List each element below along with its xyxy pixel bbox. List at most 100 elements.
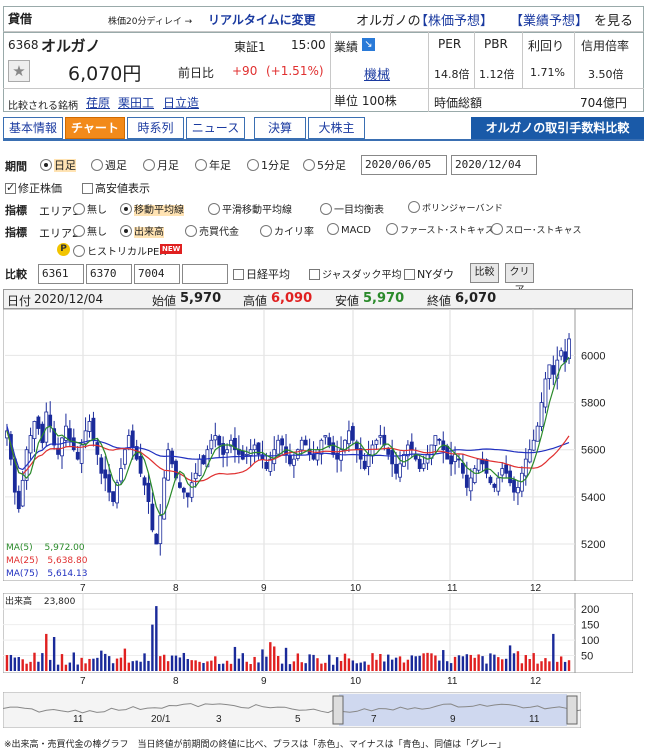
volume-bar	[52, 637, 56, 671]
adjusted-checkbox[interactable]	[5, 181, 16, 194]
navigator-tick-label: 11	[529, 714, 540, 725]
ind1-none-label: 無し	[87, 205, 107, 216]
ind1-none[interactable]: 無し	[73, 201, 107, 216]
ohlc-open-label: 始値	[152, 294, 177, 308]
radio-ind2-macd[interactable]	[327, 223, 339, 235]
fee-compare-banner[interactable]: オルガノの取引手数料比較	[471, 117, 644, 139]
radio-ind2-turnover[interactable]	[185, 225, 197, 237]
market-label: 東証1	[234, 40, 266, 54]
ind2-turnover[interactable]: 売買代金	[185, 223, 239, 238]
radio-ind2-deviation[interactable]	[260, 225, 272, 237]
jasdaq-checkbox[interactable]	[309, 269, 320, 280]
candle-body	[130, 430, 135, 448]
mcap-label: 時価総額	[434, 96, 483, 110]
ind1-smooth-ma[interactable]: 平滑移動平均線	[208, 201, 292, 216]
peer-link-2[interactable]: 栗田工	[118, 94, 154, 111]
radio-ind1-smooth[interactable]	[208, 203, 220, 215]
period-month[interactable]: 月足	[143, 157, 179, 173]
nikkei-checkbox[interactable]	[233, 269, 244, 280]
volume-bar	[210, 660, 213, 671]
ind1-bollinger-label: ボリンジャーバンド	[422, 204, 503, 214]
volume-bar	[359, 662, 362, 671]
radio-ind1-none[interactable]	[73, 203, 85, 215]
compare-input-1[interactable]: 6361	[38, 264, 84, 284]
date-to-input[interactable]: 2020/12/04	[451, 155, 537, 175]
radio-1min[interactable]	[247, 159, 259, 171]
ind2-historical-per[interactable]: ヒストリカルPER	[73, 243, 166, 258]
ind2-fast-stoch[interactable]: ファースト･ストキャス	[386, 223, 494, 236]
period-1min-label: 1分足	[261, 159, 290, 172]
highlow-toggle[interactable]: 高安値表示	[82, 180, 150, 196]
clear-button[interactable]: クリア	[505, 263, 534, 296]
volume-bar	[375, 659, 378, 671]
volume-bar	[497, 657, 500, 671]
prev-day-label: 前日比	[178, 66, 215, 80]
pbr-label: PBR	[484, 37, 508, 51]
radio-ind1-bollinger[interactable]	[408, 201, 420, 213]
radio-ind1-ichimoku[interactable]	[320, 203, 332, 215]
volume-month-label: 11	[447, 676, 458, 687]
period-day[interactable]: 日足	[40, 157, 76, 173]
tab-basic-info[interactable]: 基本情報	[3, 117, 63, 139]
tab-timeseries[interactable]: 時系列	[127, 117, 184, 139]
ind2-deviation[interactable]: カイリ率	[260, 223, 314, 238]
ind1-ma[interactable]: 移動平均線	[120, 201, 184, 216]
ind2-slow-stoch[interactable]: スロー･ストキャス	[491, 223, 582, 236]
period-5min[interactable]: 5分足	[303, 157, 346, 173]
jasdaq-toggle[interactable]: ジャスダック平均	[309, 266, 402, 281]
volume-bar	[214, 656, 217, 671]
favorite-star-icon[interactable]: ★	[8, 60, 30, 82]
footer-note: ※出来高・売買代金の棒グラフ 当日終値が前期間の終値に比べ、プラスは「赤色」、マ…	[4, 740, 507, 750]
radio-day[interactable]	[40, 159, 52, 171]
compare-input-3[interactable]: 7004	[134, 264, 180, 284]
tab-news[interactable]: ニュース	[186, 117, 245, 139]
radio-ind2-volume[interactable]	[120, 225, 132, 237]
compare-button[interactable]: 比較	[470, 263, 499, 283]
mcap-value: 704億円	[580, 96, 627, 110]
radio-ind2-slow[interactable]	[491, 223, 503, 235]
radio-ind2-none[interactable]	[73, 225, 85, 237]
radio-ind2-hper[interactable]	[73, 245, 85, 257]
stock-forecast-link[interactable]: 【株価予想】	[415, 10, 493, 29]
price-chart[interactable]: 5200 5400 5600 5800 6000	[3, 309, 633, 581]
period-1min[interactable]: 1分足	[247, 157, 290, 173]
nydow-checkbox[interactable]	[404, 269, 415, 280]
candle-body	[16, 490, 21, 510]
ind1-bollinger[interactable]: ボリンジャーバンド	[408, 201, 503, 214]
performance-arrow-icon: ↘	[362, 38, 375, 51]
tab-chart[interactable]: チャート	[65, 117, 125, 139]
adjusted-price-toggle[interactable]: 修正株価	[5, 180, 62, 196]
price-tick-label: 5200	[581, 539, 605, 551]
radio-ind1-ma[interactable]	[120, 203, 132, 215]
range-navigator[interactable]: 11 20/1 3 5 7 9 11	[3, 692, 581, 728]
peer-link-3[interactable]: 日立造	[163, 94, 199, 111]
period-year[interactable]: 年足	[195, 157, 231, 173]
radio-year[interactable]	[195, 159, 207, 171]
nydow-toggle[interactable]: NYダウ	[404, 266, 454, 282]
nikkei-toggle[interactable]: 日経平均	[233, 266, 290, 282]
ind2-volume[interactable]: 出来高	[120, 223, 164, 238]
radio-week[interactable]	[91, 159, 103, 171]
ind2-macd[interactable]: MACD	[327, 223, 371, 236]
company-prefix: オルガノの	[356, 14, 421, 29]
ind1-ichimoku[interactable]: 一目均衡表	[320, 201, 384, 216]
date-from-input[interactable]: 2020/06/05	[361, 155, 447, 175]
radio-month[interactable]	[143, 159, 155, 171]
radio-ind2-fast[interactable]	[386, 223, 398, 235]
highlow-checkbox[interactable]	[82, 183, 93, 194]
candle-body	[181, 487, 186, 493]
tab-shareholders[interactable]: 大株主	[308, 117, 365, 139]
earnings-forecast-link[interactable]: 【業績予想】	[510, 10, 588, 29]
realtime-link[interactable]: リアルタイムに変更	[208, 11, 316, 28]
volume-chart[interactable]: 200 150 100 50	[3, 593, 633, 673]
tab-earnings[interactable]: 決算	[254, 117, 306, 139]
sector-link[interactable]: 機械	[364, 64, 390, 83]
volume-bar	[477, 654, 480, 671]
peer-link-1[interactable]: 荏原	[86, 94, 110, 111]
ind2-none[interactable]: 無し	[73, 223, 107, 238]
radio-5min[interactable]	[303, 159, 315, 171]
compare-input-4[interactable]	[182, 264, 228, 284]
period-week[interactable]: 週足	[91, 157, 127, 173]
compare-input-2[interactable]: 6370	[86, 264, 132, 284]
candle-body	[268, 458, 273, 472]
